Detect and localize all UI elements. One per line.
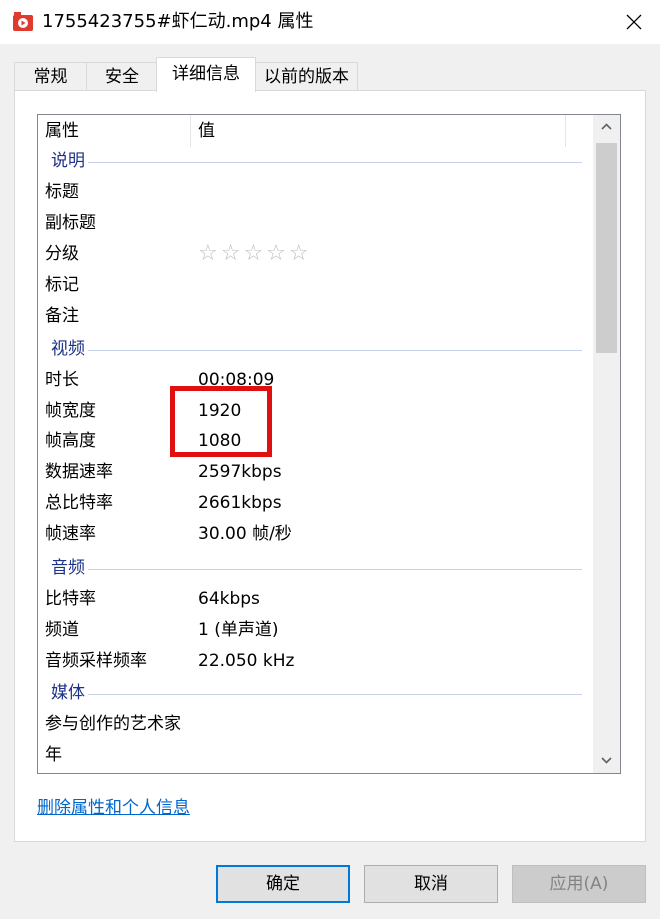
property-row-comments[interactable]: 备注 [38,301,592,331]
cancel-button[interactable]: 取消 [364,865,498,903]
property-row-length[interactable]: 时长 00:08:09 [38,365,592,395]
scroll-down-button[interactable] [593,749,620,773]
close-button[interactable] [612,6,656,38]
property-row-year[interactable]: 年 [38,740,592,770]
property-value: 1 (单声道) [198,620,279,640]
scroll-thumb[interactable] [596,143,617,353]
group-divider [88,350,582,351]
scroll-up-button[interactable] [593,115,620,139]
property-row-data-rate[interactable]: 数据速率 2597kbps [38,457,592,487]
property-key: 参与创作的艺术家 [45,714,181,734]
property-key: 帧速率 [45,524,96,544]
property-key: 标题 [45,182,79,202]
group-divider [88,162,582,163]
tab-general[interactable]: 常规 [14,62,87,91]
group-label: 媒体 [51,683,85,703]
chevron-up-icon [601,123,612,130]
property-key: 比特率 [45,589,96,609]
video-file-icon [12,12,34,32]
ok-button[interactable]: 确定 [216,865,350,903]
property-value: 2597kbps [198,462,282,482]
property-key: 备注 [45,306,79,326]
property-row-frame-height[interactable]: 帧高度 1080 [38,426,592,456]
property-key: 音频采样频率 [45,651,147,671]
close-icon [626,14,642,30]
column-divider[interactable] [190,115,191,147]
title-bar: 1755423755#虾仁动.mp4 属性 [0,0,660,44]
tab-security[interactable]: 安全 [86,62,158,91]
property-row-title[interactable]: 标题 [38,177,592,207]
annotation-highlight-box [170,386,272,457]
group-divider [88,694,582,695]
rating-stars-icon[interactable]: ☆☆☆☆☆ [198,240,312,268]
property-key: 帧高度 [45,431,96,451]
property-row-subtitle[interactable]: 副标题 [38,208,592,238]
property-row-sample-rate[interactable]: 音频采样频率 22.050 kHz [38,646,592,676]
apply-button[interactable]: 应用(A) [512,865,646,903]
group-label: 说明 [51,151,85,171]
column-header-value[interactable]: 值 [198,119,215,143]
property-row-tags[interactable]: 标记 [38,270,592,300]
property-value: 2661kbps [198,493,282,513]
property-key: 年 [45,745,62,765]
property-value: 22.050 kHz [198,651,295,671]
group-label: 音频 [51,558,85,578]
group-media: 媒体 [38,678,592,708]
property-key: 副标题 [45,213,96,233]
property-key: 时长 [45,370,79,390]
column-header-property[interactable]: 属性 [45,119,79,143]
group-video: 视频 [38,334,592,364]
group-divider [88,569,582,570]
property-value: 64kbps [198,589,260,609]
property-row-rating[interactable]: 分级 ☆☆☆☆☆ [38,239,592,269]
remove-properties-link[interactable]: 删除属性和个人信息 [37,796,190,820]
property-row-frame-rate[interactable]: 帧速率 30.00 帧/秒 [38,519,592,549]
property-key: 帧宽度 [45,401,96,421]
group-audio: 音频 [38,553,592,583]
property-key: 数据速率 [45,462,113,482]
property-key: 标记 [45,275,79,295]
property-value: 30.00 帧/秒 [198,524,292,544]
property-row-total-bitrate[interactable]: 总比特率 2661kbps [38,488,592,518]
vertical-scrollbar[interactable] [593,115,620,773]
property-row-contributing-artists[interactable]: 参与创作的艺术家 [38,709,592,739]
window-title: 1755423755#虾仁动.mp4 属性 [42,11,314,32]
property-row-channels[interactable]: 频道 1 (单声道) [38,615,592,645]
property-key: 总比特率 [45,493,113,513]
list-header: 属性 值 [38,115,592,147]
tab-previous-versions[interactable]: 以前的版本 [255,62,358,91]
property-key: 频道 [45,620,79,640]
chevron-down-icon [601,757,612,764]
property-row-frame-width[interactable]: 帧宽度 1920 [38,396,592,426]
group-label: 视频 [51,339,85,359]
tab-details[interactable]: 详细信息 [156,57,256,92]
property-list[interactable]: 属性 值 说明 标题 副标题 分级 ☆☆☆☆☆ 标记 备注 视频 时长 00:0… [37,114,621,774]
property-key: 分级 [45,244,79,264]
group-description: 说明 [38,146,592,176]
property-row-audio-bitrate[interactable]: 比特率 64kbps [38,584,592,614]
column-divider[interactable] [565,115,566,147]
